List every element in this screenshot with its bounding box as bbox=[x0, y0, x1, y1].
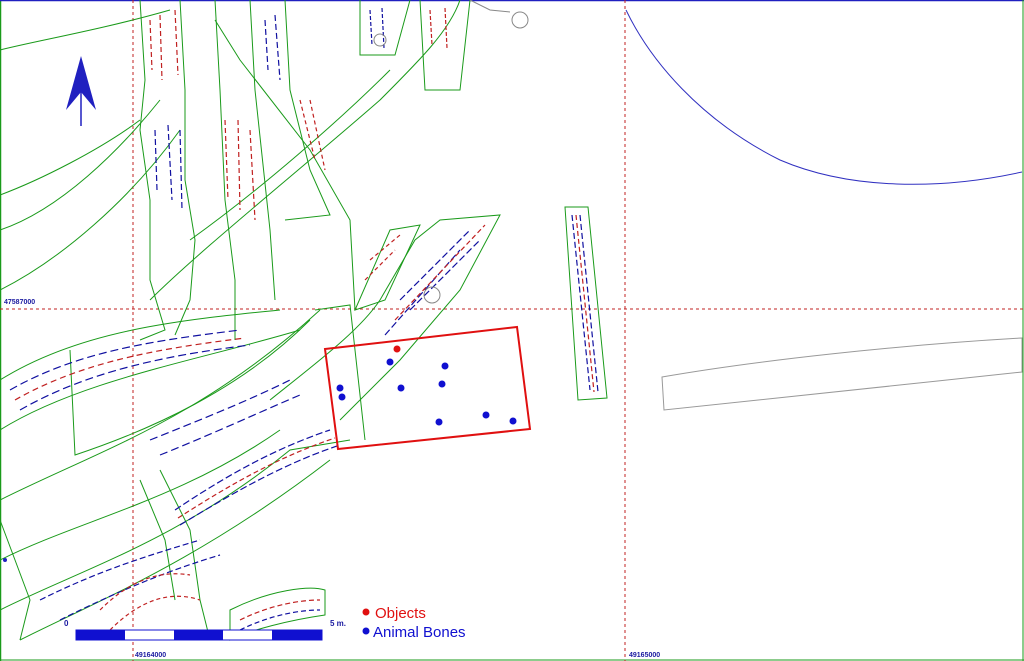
grid-label-north: 47587000 bbox=[4, 299, 35, 306]
trench-outline bbox=[0, 119, 141, 196]
find-area-box bbox=[323, 325, 532, 451]
trench-outline bbox=[354, 224, 421, 311]
red-dot-icon bbox=[362, 608, 370, 616]
finds-layer bbox=[336, 345, 517, 426]
scale-bar: 0 5 m. bbox=[64, 619, 346, 641]
scale-bar-end-label: 5 m. bbox=[330, 619, 346, 628]
trench-outline bbox=[214, 0, 236, 340]
north-arrow-icon bbox=[66, 56, 96, 126]
feature-outline-grey bbox=[661, 337, 1023, 411]
trench-outline bbox=[174, 0, 196, 336]
feature-dot bbox=[3, 558, 7, 562]
animal-bone-dot bbox=[509, 417, 517, 425]
animal-bone-dot bbox=[338, 393, 346, 401]
animal-bone-dot bbox=[397, 384, 405, 392]
animal-bone-dot bbox=[435, 418, 443, 426]
legend: Objects Animal Bones bbox=[362, 605, 466, 641]
trench-outline bbox=[564, 206, 608, 401]
trench-outline bbox=[139, 479, 176, 601]
blue-dot-icon bbox=[362, 627, 370, 635]
trench-outline bbox=[269, 214, 501, 421]
contour-line bbox=[625, 9, 1023, 185]
site-plan-map: 47587000 49164000 49165000 0 5 m. Object… bbox=[0, 0, 1024, 661]
feature-outline bbox=[469, 0, 511, 13]
trench-outline bbox=[0, 99, 161, 231]
animal-bone-dot bbox=[441, 362, 449, 370]
grid-label-east-right: 49165000 bbox=[629, 652, 660, 659]
coordinate-grid bbox=[0, 0, 1024, 661]
trench-outline bbox=[284, 0, 331, 221]
trench-outline bbox=[0, 429, 281, 561]
trench-outline bbox=[0, 519, 31, 641]
trench-outline bbox=[19, 459, 331, 641]
animal-bone-dot bbox=[438, 380, 446, 388]
feature-hatching bbox=[9, 7, 599, 631]
trench-outline bbox=[359, 0, 411, 56]
trench-outline bbox=[249, 0, 276, 301]
object-find-dot bbox=[393, 345, 401, 353]
animal-bone-dot bbox=[482, 411, 490, 419]
scale-bar-start-label: 0 bbox=[64, 619, 69, 628]
trench-outline bbox=[419, 0, 471, 91]
trench-outline bbox=[0, 9, 171, 51]
animal-bone-dot bbox=[336, 384, 344, 392]
feature-circle bbox=[511, 11, 529, 29]
legend-objects-label: Objects bbox=[375, 605, 426, 622]
trench-outline bbox=[0, 439, 351, 611]
trench-outline bbox=[0, 129, 181, 291]
grid-label-east-left: 49164000 bbox=[135, 652, 166, 659]
animal-bone-dot bbox=[386, 358, 394, 366]
feature-circle bbox=[423, 286, 441, 304]
legend-animal-bones-label: Animal Bones bbox=[373, 624, 466, 641]
